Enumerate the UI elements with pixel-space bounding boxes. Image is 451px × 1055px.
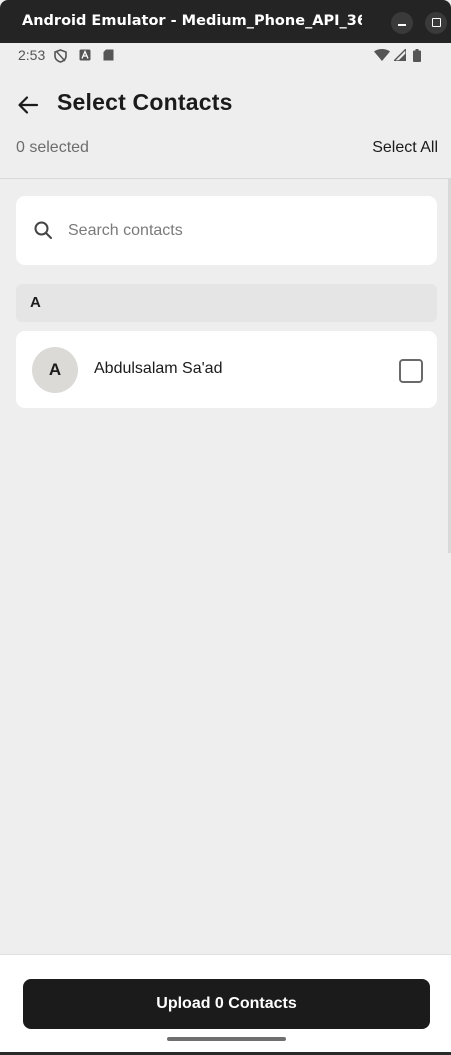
signal-icon — [394, 49, 406, 61]
search-icon — [34, 221, 52, 239]
search-box[interactable] — [16, 196, 437, 265]
page-title: Select Contacts — [57, 89, 233, 115]
selected-count: 0 selected — [16, 139, 89, 156]
avatar: A — [32, 347, 78, 393]
select-all-button[interactable]: Select All — [372, 139, 438, 157]
upload-contacts-button[interactable]: Upload 0 Contacts — [23, 979, 430, 1029]
section-letter: A — [30, 294, 41, 311]
status-time: 2:53 — [18, 47, 46, 63]
sd-card-icon — [103, 49, 114, 61]
section-header: A — [16, 284, 437, 322]
battery-icon — [413, 49, 421, 62]
wifi-icon — [374, 49, 390, 61]
status-bar: 2:53 — [0, 43, 451, 69]
bottom-bar: Upload 0 Contacts — [0, 954, 451, 1055]
maximize-icon[interactable] — [425, 12, 447, 34]
header-divider — [0, 178, 451, 179]
shield-icon — [54, 49, 67, 63]
a-box-icon — [79, 49, 91, 61]
contact-name: Abdulsalam Sa'ad — [94, 360, 223, 377]
minimize-icon[interactable] — [391, 12, 413, 34]
contact-list-item[interactable]: A Abdulsalam Sa'ad — [16, 331, 437, 408]
window-title: Android Emulator - Medium_Phone_API_36.0… — [22, 13, 362, 29]
home-indicator[interactable] — [167, 1037, 286, 1041]
arrow-left-icon — [18, 96, 39, 114]
contact-checkbox[interactable] — [399, 359, 423, 383]
back-button[interactable] — [14, 90, 44, 120]
search-input[interactable] — [66, 214, 420, 248]
emulator-title-bar: Android Emulator - Medium_Phone_API_36.0… — [0, 0, 451, 43]
